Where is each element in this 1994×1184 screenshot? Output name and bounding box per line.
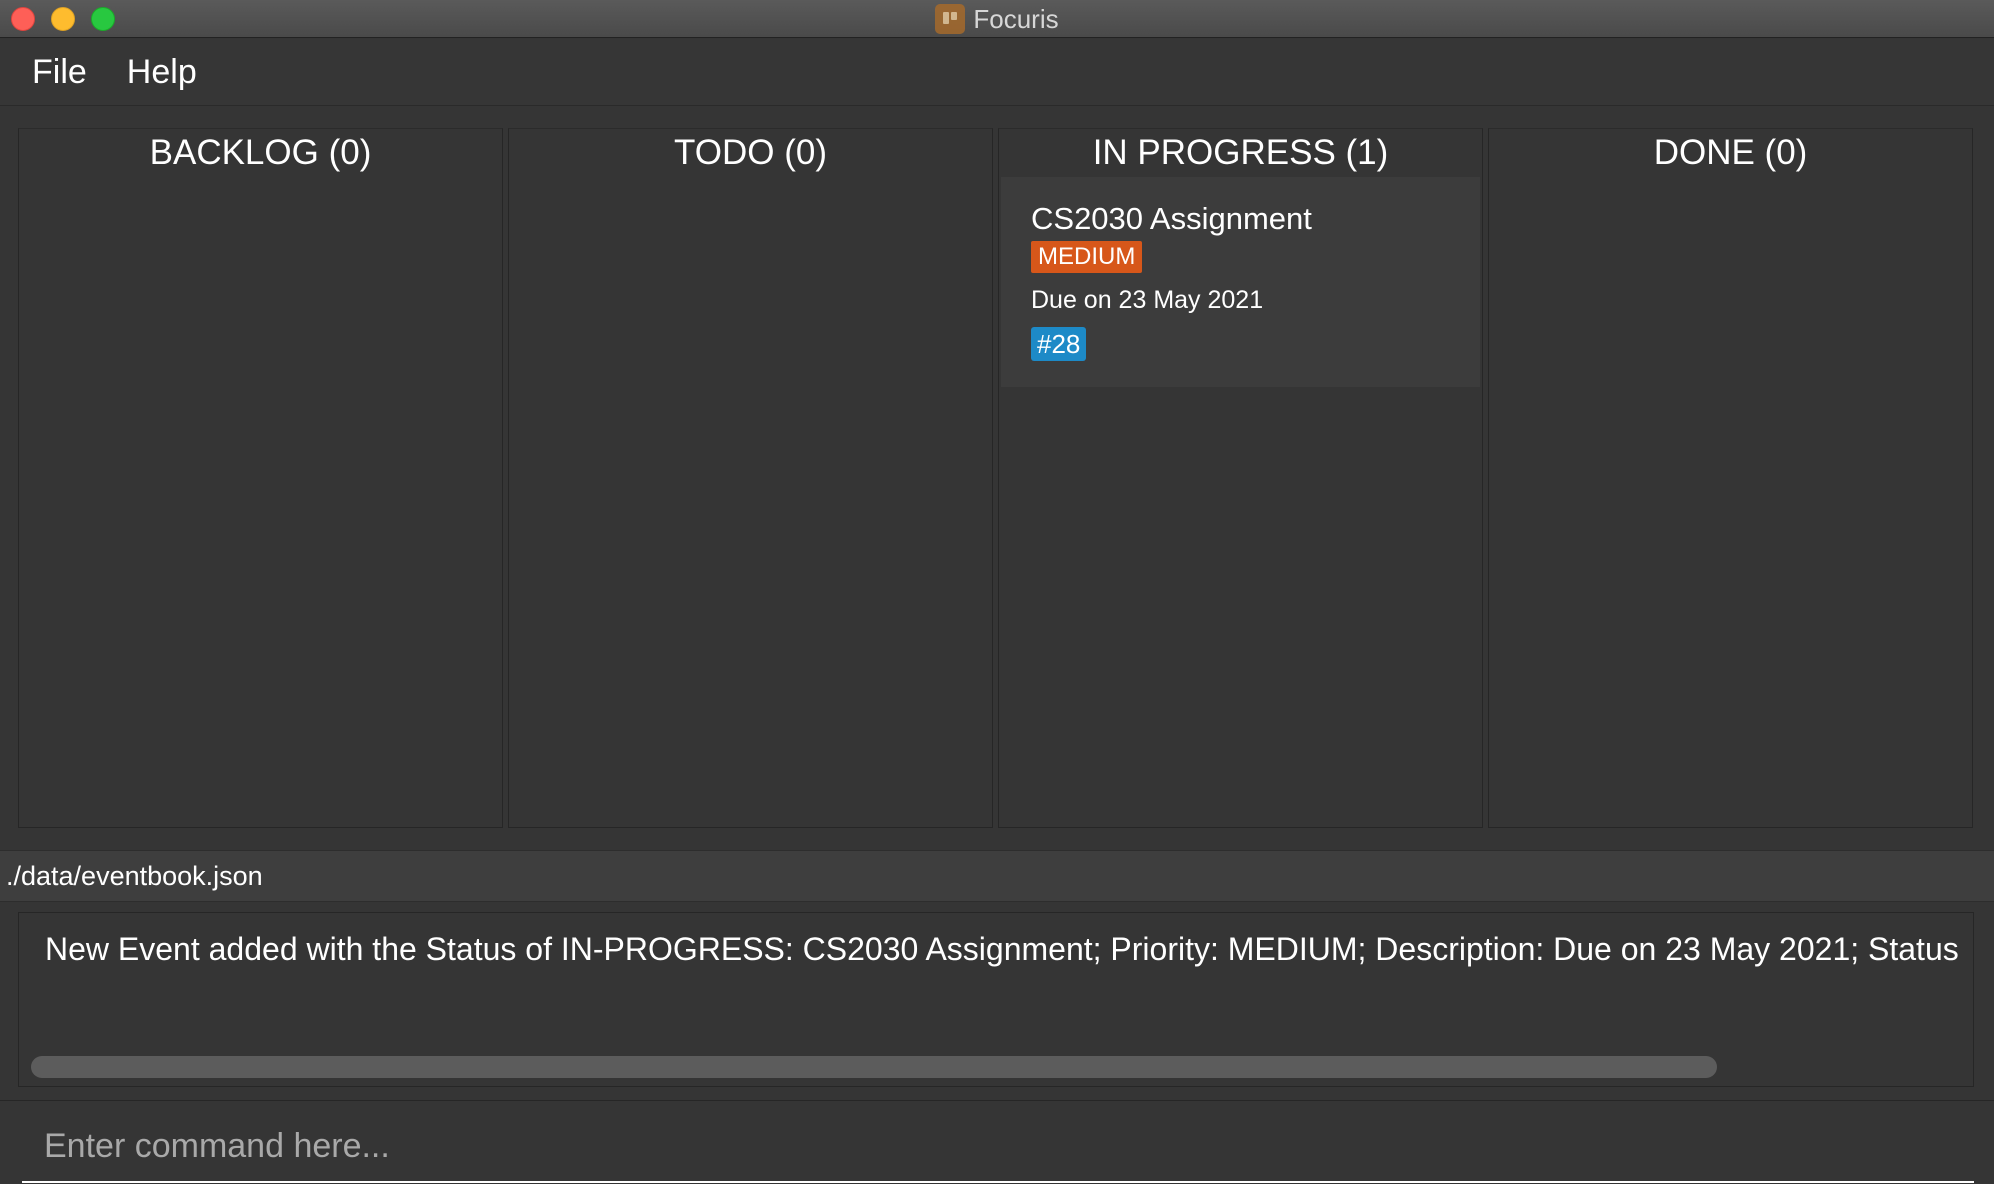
column-in-progress: IN PROGRESS (1) CS2030 Assignment MEDIUM…	[998, 128, 1483, 828]
event-card-title: CS2030 Assignment	[1031, 201, 1312, 236]
column-done: DONE (0)	[1488, 128, 1973, 828]
kanban-board: BACKLOG (0) TODO (0) IN PROGRESS (1) CS2…	[18, 128, 1974, 828]
window-title-group: Focuris	[0, 0, 1994, 38]
column-header-backlog: BACKLOG (0)	[149, 133, 372, 172]
status-bar: ./data/eventbook.json	[0, 850, 1994, 902]
data-file-path: ./data/eventbook.json	[6, 860, 263, 891]
column-header-todo: TODO (0)	[674, 133, 827, 172]
window-title: Focuris	[973, 3, 1059, 34]
app-window: Focuris File Help BACKLOG (0) TODO (0) I…	[0, 0, 1994, 1184]
command-box	[0, 1100, 1994, 1184]
command-input[interactable]	[22, 1111, 1974, 1183]
horizontal-scrollbar[interactable]	[31, 1056, 1961, 1078]
result-display[interactable]: New Event added with the Status of IN-PR…	[18, 912, 1974, 1087]
event-card-description: Due on 23 May 2021	[1031, 286, 1264, 314]
menu-help[interactable]: Help	[127, 53, 197, 92]
priority-badge: MEDIUM	[1031, 241, 1143, 273]
horizontal-scrollbar-thumb[interactable]	[31, 1056, 1717, 1078]
menu-bar: File Help	[0, 39, 1994, 106]
menu-file[interactable]: File	[32, 53, 87, 92]
column-header-done: DONE (0)	[1653, 133, 1808, 172]
title-bar[interactable]: Focuris	[0, 0, 1994, 38]
result-message: New Event added with the Status of IN-PR…	[45, 931, 1959, 967]
event-tag-badge: #28	[1031, 327, 1087, 361]
kanban-board-icon	[935, 4, 966, 34]
column-todo: TODO (0)	[508, 128, 993, 828]
column-backlog: BACKLOG (0)	[18, 128, 503, 828]
column-header-in-progress: IN PROGRESS (1)	[1092, 133, 1389, 172]
event-card[interactable]: CS2030 Assignment MEDIUM Due on 23 May 2…	[1001, 177, 1480, 387]
